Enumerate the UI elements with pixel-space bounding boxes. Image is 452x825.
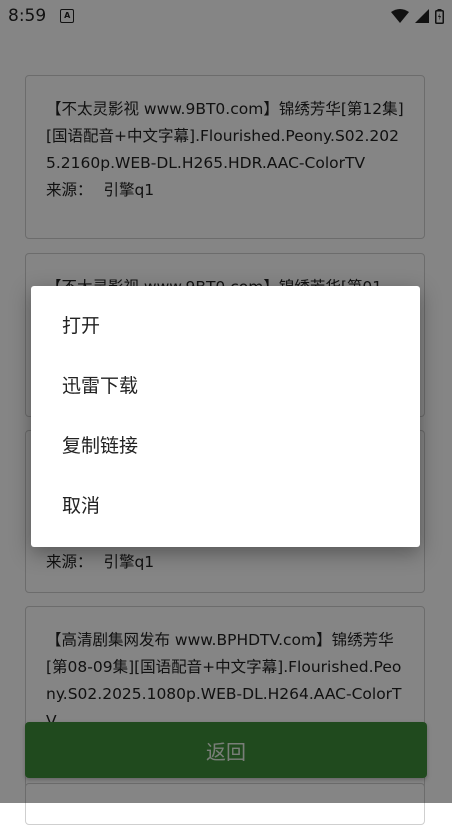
- cancel-option[interactable]: 取消: [31, 476, 420, 536]
- copy-link-option[interactable]: 复制链接: [31, 416, 420, 476]
- action-dialog: 打开 迅雷下载 复制链接 取消: [31, 286, 420, 547]
- thunder-download-option[interactable]: 迅雷下载: [31, 356, 420, 416]
- open-option[interactable]: 打开: [31, 296, 420, 356]
